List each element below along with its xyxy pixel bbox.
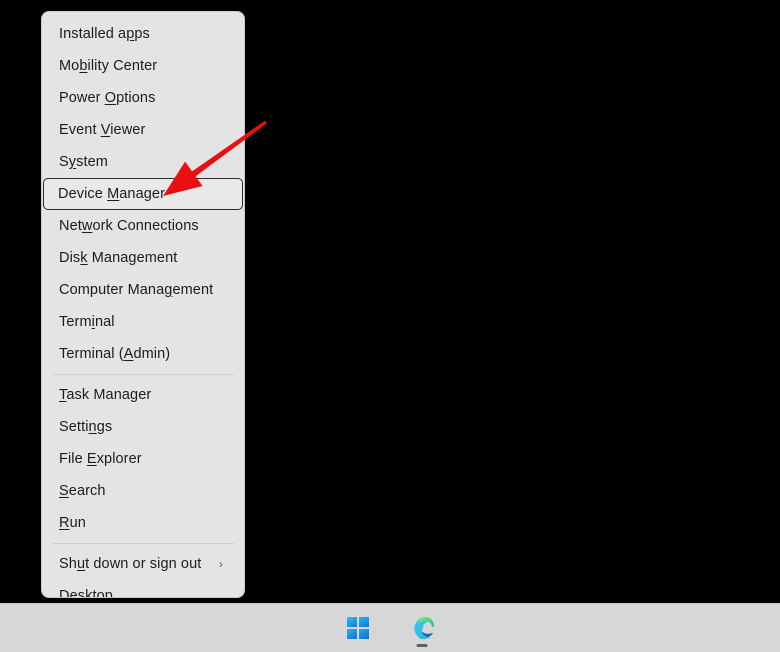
- menu-item-terminal[interactable]: Terminal: [44, 306, 242, 338]
- menu-item-desktop[interactable]: Desktop: [44, 580, 242, 598]
- accelerator-key: y: [68, 154, 77, 170]
- menu-item-label: System: [59, 154, 108, 170]
- menu-separator: [52, 374, 234, 375]
- edge-button[interactable]: [400, 608, 444, 648]
- menu-item-label: Desktop: [59, 588, 229, 598]
- menu-item-label: Network Connections: [59, 218, 199, 234]
- menu-item-label: Run: [59, 515, 86, 531]
- menu-item-label: Terminal (Admin): [59, 346, 171, 362]
- menu-item-system[interactable]: System: [44, 146, 242, 178]
- menu-item-label: Search: [59, 483, 106, 499]
- menu-item-network-connections[interactable]: Network Connections: [44, 210, 242, 242]
- menu-item-computer-management[interactable]: Computer Management: [44, 274, 242, 306]
- accelerator-key: M: [107, 186, 120, 202]
- accelerator-key: p: [126, 26, 135, 42]
- menu-item-power-options[interactable]: Power Options: [44, 82, 242, 114]
- menu-item-device-manager[interactable]: Device Manager: [43, 178, 243, 210]
- menu-item-label: Event Viewer: [59, 122, 146, 138]
- menu-item-label: Computer Management: [59, 282, 214, 298]
- menu-item-search[interactable]: Search: [44, 475, 242, 507]
- accelerator-key: A: [123, 346, 134, 362]
- menu-item-run[interactable]: Run: [44, 507, 242, 539]
- accelerator-key: b: [79, 58, 88, 74]
- accelerator-key: g: [164, 282, 173, 298]
- taskbar[interactable]: [0, 603, 780, 652]
- accelerator-key: V: [100, 122, 111, 138]
- accelerator-key: n: [88, 419, 97, 435]
- menu-item-event-viewer[interactable]: Event Viewer: [44, 114, 242, 146]
- menu-item-label: Settings: [59, 419, 113, 435]
- menu-item-label: File Explorer: [59, 451, 142, 467]
- menu-item-shut-down-or-sign-out[interactable]: Shut down or sign out ›: [44, 548, 242, 580]
- menu-item-disk-management[interactable]: Disk Management: [44, 242, 242, 274]
- menu-item-label: Installed apps: [59, 26, 150, 42]
- menu-item-settings[interactable]: Settings: [44, 411, 242, 443]
- menu-item-label: Disk Management: [59, 250, 178, 266]
- menu-item-file-explorer[interactable]: File Explorer: [44, 443, 242, 475]
- menu-item-label: Mobility Center: [59, 58, 158, 74]
- edge-active-indicator: [416, 644, 428, 647]
- accelerator-key: E: [86, 451, 97, 467]
- menu-item-label: Task Manager: [59, 387, 152, 403]
- accelerator-key: O: [104, 90, 117, 106]
- menu-separator: [52, 543, 234, 544]
- windows-logo-icon: [347, 617, 369, 639]
- accelerator-key: k: [80, 250, 88, 266]
- accelerator-key: w: [81, 218, 93, 234]
- winx-quick-link-menu[interactable]: Installed apps Mobility Center Power Optio…: [41, 11, 245, 598]
- accelerator-key: D: [59, 588, 70, 598]
- accelerator-key: R: [59, 515, 70, 531]
- menu-item-label: Terminal: [59, 314, 115, 330]
- menu-item-terminal-admin[interactable]: Terminal (Admin): [44, 338, 242, 370]
- menu-item-mobility-center[interactable]: Mobility Center: [44, 50, 242, 82]
- chevron-right-icon: ›: [218, 557, 223, 571]
- start-button[interactable]: [336, 608, 380, 648]
- menu-item-label: Power Options: [59, 90, 156, 106]
- accelerator-key: T: [59, 387, 67, 403]
- menu-item-label: Device Manager: [58, 186, 165, 202]
- menu-item-task-manager[interactable]: Task Manager: [44, 379, 242, 411]
- microsoft-edge-icon: [414, 617, 434, 640]
- menu-item-label: Shut down or sign out: [59, 556, 202, 572]
- accelerator-key: S: [59, 483, 69, 499]
- accelerator-key: i: [91, 314, 95, 330]
- menu-item-installed-apps[interactable]: Installed apps: [44, 18, 242, 50]
- accelerator-key: u: [76, 556, 86, 572]
